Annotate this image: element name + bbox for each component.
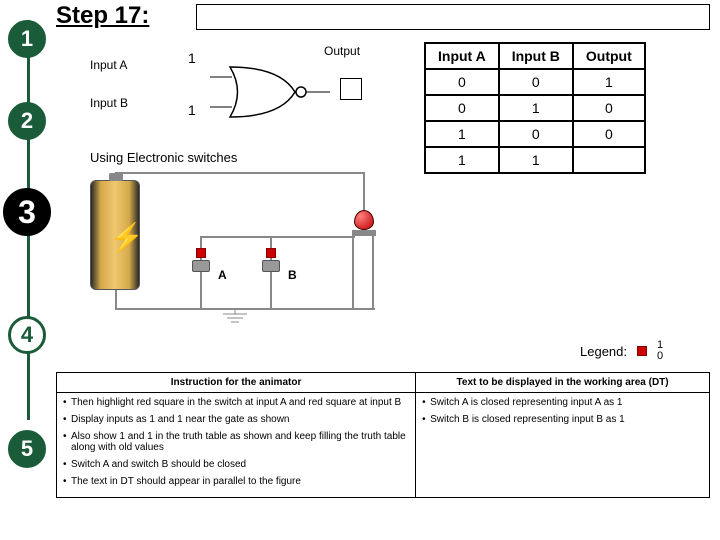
cell: 0 (499, 69, 573, 95)
logic-gate-diagram: Input A Input B 1 1 Output (90, 44, 390, 154)
instr-left-cell: Then highlight red square in the switch … (57, 393, 416, 498)
legend: Legend: 1 0 (580, 340, 663, 362)
cell: 1 (573, 69, 645, 95)
cell: 0 (425, 69, 499, 95)
bolt-icon: ⚡ (109, 221, 144, 254)
cell: 1 (425, 121, 499, 147)
led-icon (354, 210, 374, 230)
step-4: 4 (8, 316, 46, 354)
wire (363, 172, 365, 212)
legend-label: Legend: (580, 344, 627, 359)
legend-values: 1 0 (657, 340, 663, 362)
switch-b-label: B (288, 268, 297, 282)
title-box (196, 4, 710, 30)
output-box (340, 78, 362, 100)
instr-item: Display inputs as 1 and 1 near the gate … (63, 414, 409, 425)
cell: 1 (499, 147, 573, 173)
page-title: Step 17: (56, 2, 149, 30)
wire (352, 236, 354, 310)
th-a: Input A (425, 43, 499, 69)
cell: 0 (573, 121, 645, 147)
circuit-diagram: ⚡ A B (90, 170, 400, 330)
circuit-subtitle: Using Electronic switches (90, 150, 237, 165)
wire (372, 236, 374, 310)
th-out: Output (573, 43, 645, 69)
instruction-table: Instruction for the animator Text to be … (56, 372, 710, 498)
th-b: Input B (499, 43, 573, 69)
instr-item: The text in DT should appear in parallel… (63, 476, 409, 487)
battery-icon: ⚡ (90, 180, 140, 290)
legend-square-icon (637, 346, 647, 356)
switch-a-label: A (218, 268, 227, 282)
wire (115, 172, 365, 174)
cell (573, 147, 645, 173)
instr-item: Also show 1 and 1 in the truth table as … (63, 431, 409, 453)
wire (200, 236, 355, 238)
instr-item: Then highlight red square in the switch … (63, 397, 409, 408)
switch-a-indicator (196, 248, 206, 258)
cell: 0 (499, 121, 573, 147)
nor-gate-icon (210, 62, 330, 122)
input-b-label: Input B (90, 96, 128, 110)
output-label: Output (324, 44, 360, 58)
input-b-value: 1 (188, 102, 196, 118)
switch-b (262, 260, 280, 272)
instr-left-header: Instruction for the animator (57, 373, 416, 393)
switch-b-indicator (266, 248, 276, 258)
instr-right-header: Text to be displayed in the working area… (416, 373, 710, 393)
input-a-value: 1 (188, 50, 196, 66)
switch-a (192, 260, 210, 272)
legend-zero: 0 (657, 351, 663, 362)
step-5: 5 (8, 430, 46, 468)
instr-right-cell: Switch A is closed representing input A … (416, 393, 710, 498)
cell: 0 (425, 95, 499, 121)
ground-icon (220, 308, 250, 326)
step-1: 1 (8, 20, 46, 58)
cell: 1 (425, 147, 499, 173)
wire (115, 290, 117, 310)
instr-item: Switch A and switch B should be closed (63, 459, 409, 470)
step-3-current: 3 (3, 188, 51, 236)
cell: 1 (499, 95, 573, 121)
dt-item: Switch A is closed representing input A … (422, 397, 703, 408)
cell: 0 (573, 95, 645, 121)
dt-item: Switch B is closed representing input B … (422, 414, 703, 425)
truth-table: Input A Input B Output 001 010 100 11 (424, 42, 646, 174)
input-a-label: Input A (90, 58, 127, 72)
step-2: 2 (8, 102, 46, 140)
